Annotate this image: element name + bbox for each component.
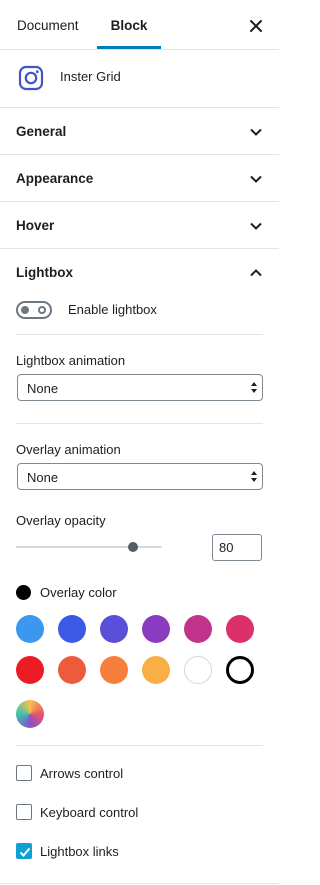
color-swatch[interactable] (16, 615, 44, 643)
overlay-opacity-thumb[interactable] (127, 542, 138, 552)
overlay-color-label: Overlay color (40, 585, 117, 600)
panel-lightbox[interactable]: Lightbox (0, 249, 279, 296)
overlay-animation-select[interactable]: None (17, 463, 263, 490)
toggle-knob (21, 306, 29, 314)
lightbox-links-label: Lightbox links (40, 844, 119, 859)
chevron-down-icon (250, 175, 262, 183)
select-value: None (27, 381, 59, 396)
color-swatch[interactable] (16, 656, 44, 684)
sidebar-tabs: Document Block (0, 0, 279, 50)
select-arrows-icon (251, 471, 257, 482)
instagram-icon (18, 65, 44, 91)
overlay-opacity-input[interactable]: 80 (212, 534, 262, 561)
active-tab-indicator (97, 46, 161, 49)
chevron-down-icon (250, 128, 262, 136)
toggle-off-indicator (38, 306, 46, 314)
check-icon (19, 847, 31, 857)
enable-lightbox-toggle[interactable] (16, 301, 52, 319)
overlay-animation-label: Overlay animation (16, 442, 121, 457)
lightbox-links-checkbox[interactable] (16, 843, 32, 859)
close-icon (250, 20, 262, 32)
panel-appearance[interactable]: Appearance (0, 155, 279, 202)
arrows-control-label: Arrows control (40, 766, 124, 781)
panel-general[interactable]: General (0, 108, 279, 155)
lightbox-animation-select[interactable]: None (17, 374, 263, 401)
block-name: Inster Grid (60, 69, 121, 84)
chevron-down-icon (250, 222, 262, 230)
tab-document[interactable]: Document (17, 0, 79, 50)
close-button[interactable] (244, 14, 268, 38)
color-swatch[interactable] (58, 656, 86, 684)
chevron-up-icon (250, 269, 262, 277)
divider (0, 883, 279, 884)
panel-hover[interactable]: Hover (0, 202, 279, 249)
lightbox-animation-label: Lightbox animation (16, 353, 126, 368)
tab-block[interactable]: Block (97, 0, 161, 50)
overlay-opacity-track[interactable] (16, 546, 162, 548)
panel-title: General (16, 124, 67, 139)
overlay-opacity-label: Overlay opacity (16, 513, 106, 528)
panel-title: Hover (16, 218, 55, 233)
arrows-control-checkbox[interactable] (16, 765, 32, 781)
color-swatch[interactable] (184, 656, 212, 684)
panel-title: Appearance (16, 171, 94, 186)
custom-color-picker-swatch[interactable] (16, 700, 44, 728)
panel-title: Lightbox (16, 265, 73, 280)
color-swatch[interactable] (184, 615, 212, 643)
overlay-opacity-fill (16, 546, 133, 548)
color-swatch[interactable] (142, 615, 170, 643)
color-swatch[interactable] (100, 656, 128, 684)
keyboard-control-label: Keyboard control (40, 805, 139, 820)
color-swatch[interactable] (100, 615, 128, 643)
color-swatch[interactable] (226, 656, 254, 684)
block-card: Inster Grid (0, 50, 279, 108)
enable-lightbox-label: Enable lightbox (68, 302, 157, 317)
select-value: None (27, 470, 59, 485)
color-swatch[interactable] (58, 615, 86, 643)
select-arrows-icon (251, 382, 257, 393)
divider (16, 745, 263, 746)
color-swatch[interactable] (226, 615, 254, 643)
overlay-color-indicator (16, 585, 31, 600)
divider (16, 423, 263, 424)
divider (16, 334, 263, 335)
keyboard-control-checkbox[interactable] (16, 804, 32, 820)
color-swatch[interactable] (142, 656, 170, 684)
